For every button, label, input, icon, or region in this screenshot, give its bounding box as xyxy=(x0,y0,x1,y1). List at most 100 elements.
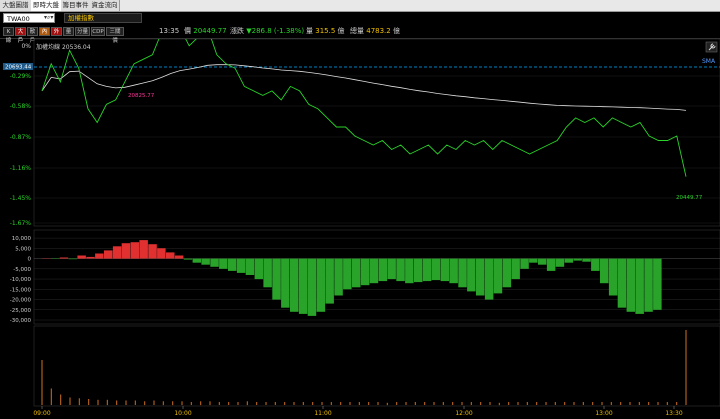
flow-bar xyxy=(334,258,343,296)
pct-tick-label: 0% xyxy=(21,43,31,50)
flow-tick-label: -25,000 xyxy=(10,308,32,314)
flow-bar xyxy=(192,258,202,263)
volume-panel-frame xyxy=(33,325,720,407)
volume-bar xyxy=(545,402,547,405)
flow-bar xyxy=(121,243,131,259)
flow-bar xyxy=(529,258,538,263)
volume-bar xyxy=(125,400,127,405)
reference-value: 20693.44 xyxy=(5,65,32,71)
flow-bar xyxy=(600,258,609,284)
volume-bar xyxy=(666,402,668,405)
volume-bars xyxy=(41,330,687,406)
flow-bar xyxy=(449,258,458,284)
flow-bar xyxy=(298,258,308,314)
flow-bar xyxy=(352,258,361,288)
flow-bar xyxy=(290,258,299,312)
volume-bar xyxy=(200,401,202,406)
flow-tick-label: 0 xyxy=(28,257,32,263)
pct-tick-label: -0.29% xyxy=(10,73,32,80)
high-price-label: 20825.77 xyxy=(128,93,155,99)
wrench-icon[interactable] xyxy=(705,41,718,53)
quote-volume: 量 315.5 億 xyxy=(306,27,345,35)
volume-bar xyxy=(517,402,519,405)
flow-bar xyxy=(210,258,219,267)
volume-bar xyxy=(134,400,136,405)
volume-bar xyxy=(554,402,556,405)
tab-overview[interactable]: 大盤圖譜 xyxy=(0,0,32,11)
volume-bar xyxy=(69,397,71,405)
flow-bar xyxy=(626,258,636,312)
flow-bar xyxy=(343,258,352,290)
volume-bar xyxy=(461,402,463,405)
flow-bar xyxy=(130,242,140,259)
flow-bar xyxy=(307,258,317,316)
quote-change: 漲跌 ▼286.8 (-1.38%) xyxy=(230,27,305,35)
kline-button[interactable]: K線 xyxy=(3,27,14,44)
volume-bar xyxy=(265,402,267,405)
flow-bar xyxy=(201,258,210,265)
flow-bar xyxy=(166,252,175,259)
flow-bar xyxy=(77,255,86,259)
flow-bar xyxy=(564,258,574,263)
chevron-down-icon[interactable]: ▾ xyxy=(50,14,53,21)
flow-bar xyxy=(139,240,148,259)
flow-bar xyxy=(219,258,228,269)
flow-bar xyxy=(325,258,334,304)
flow-bar xyxy=(316,258,326,312)
volume-bar xyxy=(228,402,230,405)
flow-bar xyxy=(484,258,494,300)
flow-bar xyxy=(360,258,370,286)
inner-button[interactable]: 內 xyxy=(39,27,50,36)
volume-bar xyxy=(648,402,650,405)
flow-bar xyxy=(617,258,627,308)
volume-bar xyxy=(340,402,342,405)
split-volume-button[interactable]: 分量 xyxy=(75,27,90,36)
flow-bar xyxy=(104,250,113,259)
three-gate-button[interactable]: 三關價 xyxy=(106,27,124,44)
bigplayer-button[interactable]: 大戶 xyxy=(15,27,26,44)
tab-realtime[interactable]: 即時大盤 xyxy=(31,0,62,11)
flow-tick-label: -15,000 xyxy=(10,287,32,293)
tab-fundflow[interactable]: 資金流向 xyxy=(90,0,120,11)
avg-price-line xyxy=(41,64,687,111)
volume-bar xyxy=(386,402,388,406)
flow-bar xyxy=(378,258,388,282)
cdp-button[interactable]: CDP xyxy=(91,27,105,36)
retail-button[interactable]: 散戶 xyxy=(27,27,38,44)
volume-bar xyxy=(592,402,594,405)
flow-bar xyxy=(546,258,556,271)
volume-bar xyxy=(442,402,444,405)
chart-area: 0% -0.29% -0.58% -0.87% -1.16% -1.45% -1.67% 加… xyxy=(3,39,720,417)
flow-bar xyxy=(281,258,290,308)
time-label: 10:00 xyxy=(174,410,191,417)
pct-tick-label: -1.16% xyxy=(10,165,32,172)
volume-bar xyxy=(41,360,43,405)
last-price-label: 20449.77 xyxy=(676,195,703,201)
flow-bar xyxy=(520,258,529,269)
time-label: 09:00 xyxy=(33,410,50,417)
volume-bar xyxy=(358,402,360,405)
flow-tick-label: 10,000 xyxy=(12,236,32,242)
volume-bar xyxy=(620,402,622,405)
volume-bar xyxy=(330,402,332,405)
flow-tick-label: -10,000 xyxy=(10,277,32,283)
volume-bar xyxy=(657,402,659,405)
volume-button[interactable]: 量 xyxy=(63,27,74,36)
volume-bar xyxy=(88,399,90,405)
tab-events[interactable]: 籌目事件 xyxy=(61,0,91,11)
flow-bar xyxy=(414,258,423,283)
flow-bar xyxy=(236,258,246,273)
symbol-controls: ▾⌕▾ xyxy=(44,13,53,23)
flow-bar xyxy=(148,244,157,259)
outer-button[interactable]: 外 xyxy=(51,27,62,36)
volume-bar xyxy=(414,402,416,405)
flow-bar xyxy=(396,258,405,282)
flow-bar xyxy=(511,258,520,280)
flow-bar xyxy=(254,258,264,280)
flow-bar xyxy=(440,258,450,282)
volume-bar xyxy=(78,398,80,406)
volume-bar xyxy=(629,402,631,405)
volume-bar xyxy=(582,402,584,405)
flow-bar xyxy=(635,258,644,314)
flow-bar xyxy=(608,258,618,296)
